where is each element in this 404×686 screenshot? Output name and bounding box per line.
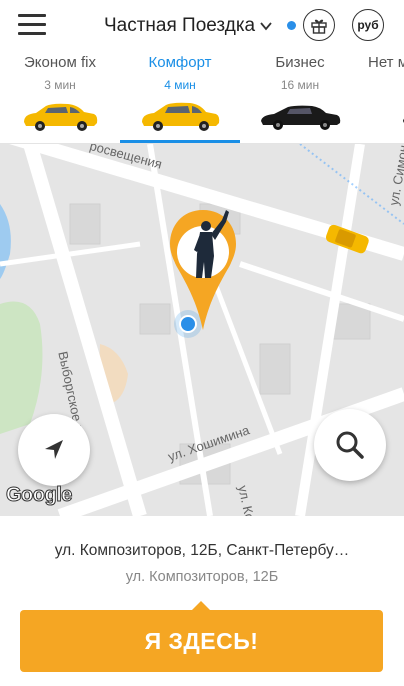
tariff-comfort[interactable]: Комфорт 4 мин (120, 48, 240, 143)
tariff-name: Эконом fix (24, 54, 96, 71)
search-icon (336, 431, 364, 459)
address-panel: ул. Композиторов, 12Б, Санкт-Петербу… ул… (0, 516, 404, 686)
app-header: Частная Поездка руб (0, 0, 404, 48)
tariff-eta: 4 мин (164, 78, 196, 92)
navigation-arrow-icon (45, 440, 63, 459)
yellow-car-icon (24, 103, 98, 131)
black-car-icon (403, 118, 404, 123)
ride-type-selector[interactable]: Частная Поездка (104, 13, 273, 39)
ride-type-title: Частная Поездка (104, 15, 256, 36)
confirm-location-button[interactable]: Я ЗДЕСЬ! (20, 610, 383, 672)
black-car-icon (261, 105, 341, 130)
currency-button[interactable]: руб (352, 9, 384, 41)
tariff-business[interactable]: Бизнес 16 мин (240, 48, 360, 143)
chevron-down-icon (260, 22, 272, 31)
notification-dot (287, 21, 296, 30)
tariff-selector: Эконом fix 3 мин Комфорт 4 мин Бизнес 16… (0, 48, 404, 144)
pickup-address[interactable]: ул. Композиторов, 12Б, Санкт-Петербу… (0, 542, 404, 560)
tariff-name: Бизнес (275, 54, 325, 71)
search-button[interactable] (314, 409, 386, 481)
menu-icon[interactable] (18, 14, 46, 36)
tariff-eta: 3 мин (44, 78, 76, 92)
tariff-more[interactable]: Нет м (360, 48, 404, 143)
gift-icon[interactable] (303, 9, 335, 41)
tariff-eta: 16 мин (280, 78, 320, 92)
tariff-name: Нет м (368, 54, 404, 71)
taxi-on-map-icon (325, 224, 369, 254)
pickup-pin-icon (170, 210, 236, 330)
google-attribution: Google (6, 484, 73, 507)
yellow-car-icon (142, 102, 220, 131)
pickup-address-short: ул. Композиторов, 12Б (125, 569, 279, 585)
currency-label: руб (357, 18, 379, 32)
tariff-economy[interactable]: Эконом fix 3 мин (0, 48, 120, 143)
map-view[interactable]: росвещения Выборгское ш ул. Хошимина ул.… (0, 144, 404, 516)
locate-me-button[interactable] (18, 414, 90, 486)
tariff-name: Комфорт (148, 54, 212, 71)
